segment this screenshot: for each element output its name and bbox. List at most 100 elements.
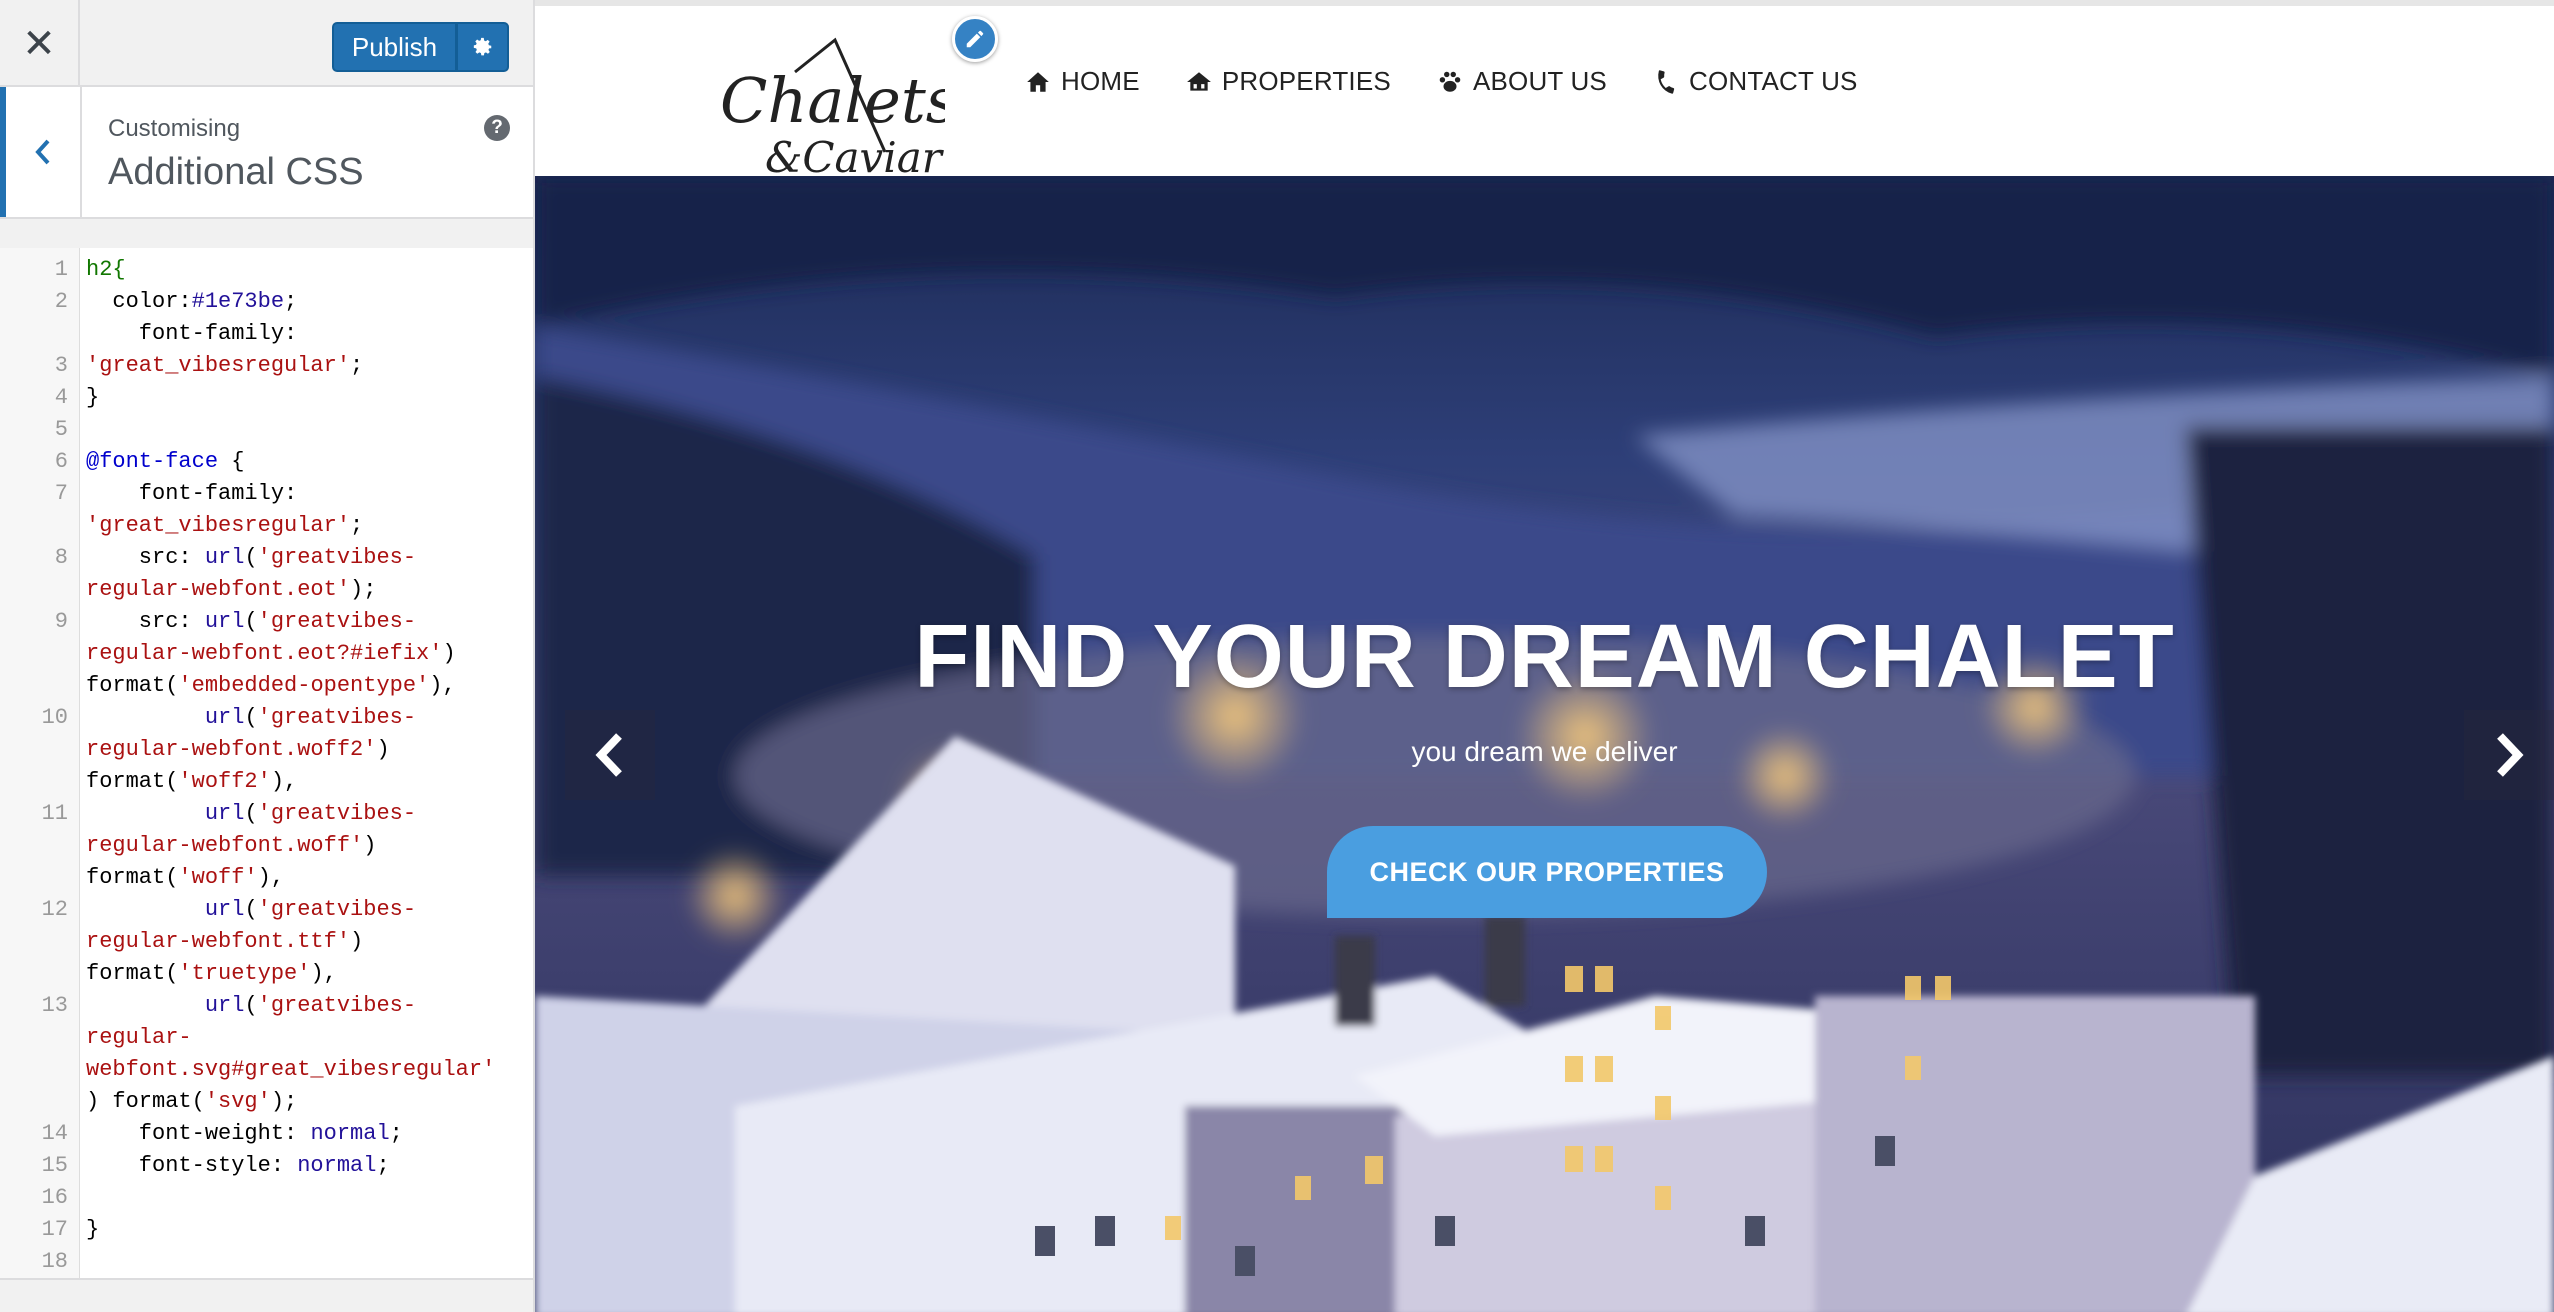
css-code-editor[interactable]: 1 h2{2 color:#1e73be; font-family: 3 'great… <box>0 248 533 1278</box>
pencil-icon <box>966 30 984 48</box>
code-token: regular-webfont.woff2' <box>86 737 377 762</box>
code-text: @font-face { <box>86 446 244 478</box>
code-token: 'woff' <box>178 865 258 890</box>
code-token: ), <box>257 865 285 890</box>
code-token: ), <box>429 673 456 698</box>
line-number: 13 <box>41 993 68 1018</box>
code-token: ( <box>244 801 258 826</box>
code-token: normal <box>297 1153 377 1178</box>
help-icon[interactable]: ? <box>484 115 510 141</box>
code-token: 'woff2' <box>178 769 271 794</box>
code-text: regular-webfont.woff2') <box>86 734 390 766</box>
nav-label: ABOUT US <box>1472 66 1607 96</box>
line-number: 4 <box>54 385 68 410</box>
nav-item-home[interactable]: HOME <box>1025 66 1140 97</box>
code-text: regular- <box>86 1022 192 1054</box>
close-customizer-button[interactable]: ✕ <box>0 0 80 87</box>
code-text: regular-webfont.eot?#iefix') <box>86 638 456 670</box>
nav-item-contact[interactable]: CONTACT US <box>1653 66 1858 97</box>
code-token: 'truetype' <box>178 961 311 986</box>
back-button[interactable] <box>0 87 82 217</box>
hero-title: FIND YOUR DREAM CHALET <box>914 607 2175 707</box>
chevron-right-icon <box>2497 733 2524 777</box>
code-text: } <box>86 1214 99 1246</box>
hero-subtitle: you dream we deliver <box>1411 736 1678 767</box>
nav-item-properties[interactable]: PROPERTIES <box>1186 66 1391 97</box>
code-token: font-family: <box>86 321 298 346</box>
code-token: regular- <box>86 1025 192 1050</box>
slider-next-button[interactable] <box>2464 710 2554 800</box>
check-properties-button[interactable]: CHECK OUR PROPERTIES <box>1327 826 1767 918</box>
code-token: format( <box>86 769 179 794</box>
code-text: regular-webfont.ttf') <box>86 926 363 958</box>
line-number: 16 <box>41 1185 68 1210</box>
code-token: ( <box>244 545 258 570</box>
code-token: { <box>218 449 245 474</box>
code-text: font-family: <box>86 318 297 350</box>
code-token: color: <box>86 289 192 314</box>
line-number: 12 <box>41 897 68 922</box>
hero-slider: FIND YOUR DREAM CHALET you dream we deli… <box>535 176 2554 1312</box>
buildings-icon <box>1186 71 1211 91</box>
line-number: 2 <box>54 289 68 314</box>
main-nav: HOME PROPERTIES ABOUT US CONTACT US <box>1025 66 1858 97</box>
code-text: regular-webfont.woff') <box>86 830 376 862</box>
code-token: } <box>86 385 100 410</box>
line-number: 8 <box>54 545 68 570</box>
code-token: } <box>86 1217 100 1242</box>
nav-label: PROPERTIES <box>1221 66 1391 96</box>
code-token: 'greatvibes- <box>257 545 417 570</box>
code-token: ) <box>350 929 364 954</box>
publish-settings-button[interactable] <box>457 22 509 72</box>
code-token: ( <box>244 609 258 634</box>
code-text: format('woff2'), <box>86 766 297 798</box>
customizer-footer <box>0 1278 533 1312</box>
svg-text:&Caviar: &Caviar <box>765 133 945 178</box>
close-icon: ✕ <box>22 21 56 66</box>
edit-shortcut-button[interactable] <box>952 16 998 62</box>
gear-icon <box>473 37 491 56</box>
code-token: format( <box>86 865 179 890</box>
code-token: ( <box>244 993 258 1018</box>
code-token: format( <box>86 673 179 698</box>
code-token: 'greatvibes- <box>257 993 417 1018</box>
chevron-left-icon <box>595 733 622 777</box>
code-token: ); <box>350 577 377 602</box>
code-token: regular-webfont.eot?#iefix' <box>86 641 443 666</box>
svg-text:Chalets: Chalets <box>720 64 945 137</box>
code-token: normal <box>310 1121 390 1146</box>
slider-prev-button[interactable] <box>565 710 655 800</box>
code-text: color:#1e73be; <box>86 286 297 318</box>
code-text: format('truetype'), <box>86 958 337 990</box>
code-text: 'great_vibesregular'; <box>86 510 363 542</box>
code-token: url <box>204 609 245 634</box>
nav-label: HOME <box>1061 66 1140 96</box>
publish-button[interactable]: Publish <box>332 22 457 72</box>
chevron-left-icon <box>35 139 50 165</box>
code-text: font-style: normal; <box>86 1150 390 1182</box>
code-token: 'embedded-opentype' <box>178 673 430 698</box>
code-token: 'greatvibes- <box>257 705 417 730</box>
nav-item-about[interactable]: ABOUT US <box>1437 66 1607 97</box>
code-token: url <box>204 545 245 570</box>
line-number: 18 <box>41 1249 68 1274</box>
code-token: ); <box>270 1089 298 1114</box>
code-token: regular-webfont.woff' <box>86 833 364 858</box>
code-text: url('greatvibes- <box>86 894 416 926</box>
code-text: 'great_vibesregular'; <box>86 350 363 382</box>
site-logo[interactable]: Chalets &Caviar <box>715 32 958 182</box>
code-token: regular-webfont.eot' <box>86 577 351 602</box>
code-token: ), <box>310 961 337 986</box>
code-token: src: <box>86 545 205 570</box>
line-number: 17 <box>41 1217 68 1242</box>
customising-label: Customising <box>108 115 241 142</box>
code-token: 'greatvibes- <box>257 897 417 922</box>
code-text: } <box>86 382 99 414</box>
code-token: url <box>204 705 245 730</box>
code-token: ; <box>350 513 364 538</box>
code-token: ; <box>389 1121 403 1146</box>
code-token: ) <box>363 833 377 858</box>
line-number: 14 <box>41 1121 68 1146</box>
line-number: 5 <box>54 417 68 442</box>
